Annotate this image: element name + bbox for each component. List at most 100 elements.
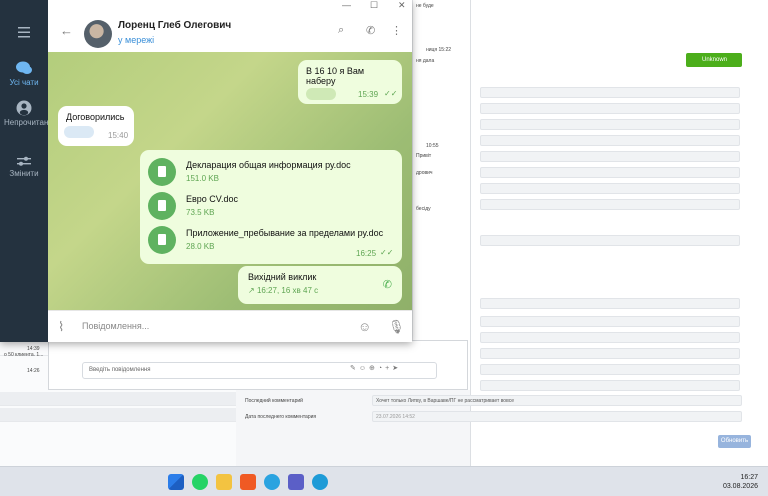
call-message[interactable]: Вихідний виклик ↗ 16:27, 16 хв 47 с ✆: [238, 266, 402, 304]
contact-name[interactable]: Лоренц Глеб Олегович: [118, 20, 231, 31]
contact-status: у мережі: [118, 35, 155, 45]
emoji-icon[interactable]: ☺: [358, 319, 371, 334]
hamburger-icon: [18, 27, 30, 38]
call-title: Вихідний виклик: [248, 272, 317, 282]
sliders-icon: [17, 156, 31, 166]
avatar[interactable]: [84, 20, 112, 48]
form-field[interactable]: [480, 199, 740, 210]
phone-icon[interactable]: ✆: [383, 278, 392, 291]
form-field[interactable]: [480, 135, 740, 146]
message-input[interactable]: Повідомлення...: [82, 321, 149, 331]
sidebar-item-edit[interactable]: Змінити: [0, 155, 48, 178]
chat-messages: В 16 10 я Вам наберу 15:39 ✓✓ Договорили…: [48, 52, 412, 310]
form-field[interactable]: [480, 103, 740, 114]
form-field[interactable]: [480, 167, 740, 178]
form-field[interactable]: [480, 183, 740, 194]
folder-icon[interactable]: [216, 474, 232, 490]
last-comment-label: Последний комментарий: [245, 398, 303, 404]
last-comment-field[interactable]: Хочет только Литву, в Варшаве/ПГ не расс…: [372, 395, 742, 406]
reactions-badge[interactable]: [64, 126, 94, 138]
bg-snippet: бесіду: [416, 206, 431, 212]
form-field[interactable]: [480, 316, 740, 327]
sidebar-item-unread[interactable]: Непрочитано: [0, 100, 53, 128]
clock-date: 03.08.2026: [722, 483, 758, 490]
clock-time: 16:27: [740, 474, 758, 481]
document-size: 73.5 KB: [186, 208, 215, 217]
telegram-titlebar: — ☐ ✕: [48, 0, 412, 12]
bg-time: ниця 15:22: [426, 47, 452, 53]
system-clock[interactable]: 16:27 03.08.2026: [723, 473, 758, 491]
reactions-badge[interactable]: [306, 88, 336, 100]
document-name: Приложение_пребывание за пределами ру.do…: [186, 228, 384, 238]
list-item[interactable]: [0, 408, 236, 422]
edge-icon[interactable]: [312, 474, 328, 490]
list-time: 14:26: [27, 368, 40, 374]
message-time: 15:40: [108, 131, 129, 140]
documents-message: Декларация общая информация ру.doc 151.0…: [140, 150, 402, 264]
call-duration: 16:27, 16 хв 47 с: [256, 286, 319, 295]
message-composer: ⌇ Повідомлення... ☺ 🎙: [48, 310, 412, 342]
read-checkmarks-icon: ✓✓: [384, 89, 398, 98]
chat-bubbles-icon: [16, 61, 32, 74]
phone-icon[interactable]: ✆: [366, 24, 375, 37]
bg-snippet: дрович: [416, 170, 433, 176]
person-icon: [16, 100, 32, 116]
last-comment-date-label: Дата последнего комментария: [245, 414, 317, 420]
paperclip-icon[interactable]: ⌇: [58, 319, 64, 335]
message-text: Договорились: [66, 112, 125, 122]
message-time: 15:39: [358, 90, 379, 99]
document-name: Декларация общая информация ру.doc: [186, 160, 351, 170]
brave-icon[interactable]: [240, 474, 256, 490]
form-field[interactable]: [480, 119, 740, 130]
message-outgoing[interactable]: В 16 10 я Вам наберу 15:39 ✓✓: [298, 60, 402, 104]
taskbar: 16:27 03.08.2026: [0, 466, 768, 496]
back-arrow-icon[interactable]: ←: [60, 23, 73, 38]
bg-time: 10:55: [426, 143, 439, 149]
document-size: 151.0 KB: [186, 174, 219, 183]
sidebar-menu-button[interactable]: [0, 26, 48, 40]
message-incoming[interactable]: Договорились 15:40: [58, 106, 134, 146]
teams-icon[interactable]: [288, 474, 304, 490]
list-time: 14:39: [27, 346, 40, 352]
more-options-icon[interactable]: ⋮: [391, 24, 402, 37]
update-button[interactable]: Обновить: [718, 435, 751, 448]
sidebar-item-label: Непрочитано: [4, 118, 53, 127]
form-field[interactable]: [480, 151, 740, 162]
form-field[interactable]: [480, 348, 740, 359]
form-field[interactable]: [480, 380, 740, 391]
bg-snippet: Привіт: [416, 153, 432, 159]
form-field[interactable]: [480, 298, 740, 309]
minimize-button[interactable]: —: [342, 0, 351, 10]
windows-start-icon[interactable]: [168, 474, 184, 490]
maximize-button[interactable]: ☐: [370, 0, 378, 11]
close-button[interactable]: ✕: [398, 0, 406, 11]
last-comment-date-field[interactable]: 23.07.2026 14:52: [372, 411, 742, 422]
sidebar-item-label: Змінити: [9, 169, 39, 178]
message-time: 16:25: [356, 249, 377, 258]
bg-snippet: не буде: [416, 3, 434, 9]
sidebar-item-all-chats[interactable]: Усі чати: [0, 60, 48, 87]
message-text: В 16 10 я Вам наберу: [306, 66, 365, 86]
form-field[interactable]: [480, 332, 740, 343]
telegram-icon[interactable]: [264, 474, 280, 490]
document-icon: [148, 226, 176, 254]
crm-input-toolbar[interactable]: ✎☺⊕◔+➤: [350, 364, 401, 372]
search-icon[interactable]: ⌕: [338, 24, 344, 37]
telegram-window: Усі чати Непрочитано Змінити — ☐ ✕ ← Лор…: [0, 0, 412, 342]
form-field[interactable]: [480, 235, 740, 246]
document-name: Евро CV.doc: [186, 194, 238, 204]
bg-snippet: ня дала: [416, 58, 435, 64]
document-icon: [148, 192, 176, 220]
sidebar-item-label: Усі чати: [9, 78, 39, 87]
list-item[interactable]: [0, 392, 236, 406]
unknown-status-button[interactable]: Unknown: [686, 53, 742, 67]
call-details: ↗ 16:27, 16 хв 47 с: [248, 286, 319, 295]
form-field[interactable]: [480, 87, 740, 98]
document-size: 28.0 KB: [186, 242, 215, 251]
form-field[interactable]: [480, 364, 740, 375]
read-checkmarks-icon: ✓✓: [380, 248, 394, 257]
whatsapp-icon[interactable]: [192, 474, 208, 490]
document-icon: [148, 158, 176, 186]
telegram-sidebar: Усі чати Непрочитано Змінити: [0, 0, 53, 342]
microphone-icon[interactable]: 🎙: [388, 319, 405, 335]
